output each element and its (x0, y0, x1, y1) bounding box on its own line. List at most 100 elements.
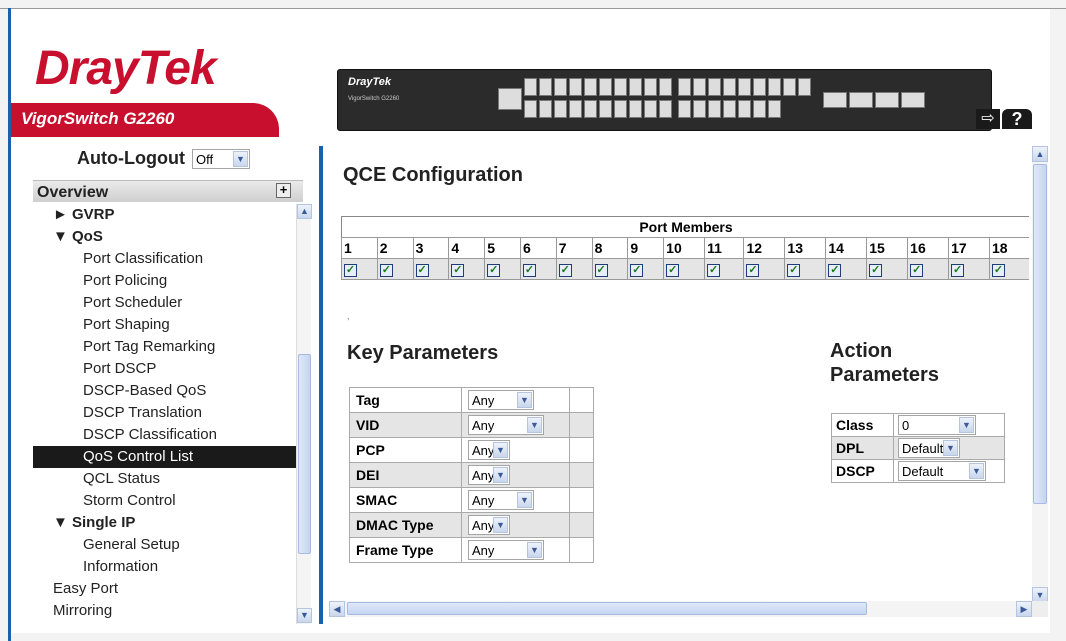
port-cell: ✓ (376, 258, 414, 280)
port-cell: ✓ (825, 258, 868, 280)
port-cell: ✓ (484, 258, 521, 280)
scroll-corner (1032, 601, 1048, 617)
sidebar-item[interactable]: DSCP Translation (33, 402, 297, 424)
action-param-select[interactable]: Default ▼ (898, 438, 960, 458)
port-cell: ✓ (743, 258, 786, 280)
device-port (768, 78, 781, 96)
key-param-select[interactable]: Any ▼ (468, 390, 534, 410)
port-checkbox[interactable]: ✓ (594, 263, 608, 277)
logout-icon[interactable]: ⇨ (976, 109, 1000, 129)
sidebar-item[interactable]: General Setup (33, 534, 297, 556)
scroll-thumb[interactable] (298, 354, 311, 554)
key-param-select[interactable]: Any ▼ (468, 440, 510, 460)
sidebar-item[interactable]: Port Shaping (33, 314, 297, 336)
port-checkbox[interactable]: ✓ (707, 263, 721, 277)
page-title: QCE Configuration (343, 164, 523, 186)
key-param-row: VID Any ▼ (349, 412, 594, 438)
sidebar-item[interactable]: Information (33, 556, 297, 578)
port-cell: ✓ (591, 258, 629, 280)
key-param-select[interactable]: Any ▼ (468, 415, 544, 435)
key-param-select[interactable]: Any ▼ (468, 490, 534, 510)
device-port (693, 78, 706, 96)
sidebar-item[interactable]: ► GVRP (33, 204, 297, 226)
port-cell: ✓ (341, 258, 378, 280)
device-port (629, 78, 642, 96)
sidebar-item[interactable]: Port Policing (33, 270, 297, 292)
key-param-value-cell: Any ▼ (461, 537, 570, 563)
key-param-extra-cell (569, 462, 594, 488)
content-vertical-scrollbar[interactable]: ▲ ▼ (1032, 146, 1048, 603)
port-checkbox[interactable]: ✓ (451, 263, 465, 277)
port-checkbox[interactable]: ✓ (787, 263, 801, 277)
port-checkbox[interactable]: ✓ (558, 263, 572, 277)
sidebar-item[interactable]: Storm Control (33, 490, 297, 512)
port-number: 11 (704, 237, 745, 259)
scroll-up-icon[interactable]: ▲ (1032, 146, 1048, 162)
key-param-select[interactable]: Any ▼ (468, 465, 510, 485)
action-param-select[interactable]: Default ▼ (898, 461, 986, 481)
port-checkbox[interactable]: ✓ (869, 263, 883, 277)
device-port (659, 78, 672, 96)
port-checkbox[interactable]: ✓ (630, 263, 644, 277)
help-button[interactable]: ? (1002, 109, 1032, 129)
key-param-select[interactable]: Any ▼ (468, 515, 510, 535)
content-horizontal-scrollbar[interactable]: ◀ ▶ (329, 601, 1032, 617)
sidebar-item[interactable]: ▼ QoS (33, 226, 297, 248)
action-param-row: Class 0 ▼ (831, 413, 1005, 437)
key-param-select[interactable]: Any ▼ (468, 540, 544, 560)
port-checkbox[interactable]: ✓ (951, 263, 965, 277)
port-cell: ✓ (704, 258, 745, 280)
action-param-value-cell: Default ▼ (893, 459, 1005, 483)
port-checkbox[interactable]: ✓ (666, 263, 680, 277)
scroll-down-icon[interactable]: ▼ (297, 608, 312, 623)
sidebar-item[interactable]: ▼ Single IP (33, 512, 297, 534)
action-param-label: DPL (831, 436, 894, 460)
port-checkbox[interactable]: ✓ (379, 263, 393, 277)
port-number: 10 (663, 237, 706, 259)
action-param-select[interactable]: 0 ▼ (898, 415, 976, 435)
sidebar-item[interactable]: Port Scheduler (33, 292, 297, 314)
scroll-left-icon[interactable]: ◀ (329, 601, 345, 617)
device-port (659, 100, 672, 118)
sidebar-item[interactable]: Port Classification (33, 248, 297, 270)
device-model: VigorSwitch G2260 (348, 96, 400, 102)
chevron-down-icon: ▼ (943, 440, 958, 456)
horizontal-scroll-thumb[interactable] (347, 602, 867, 615)
sidebar-item[interactable]: Mirroring (33, 600, 297, 622)
port-checkbox[interactable]: ✓ (344, 263, 357, 277)
port-checkbox[interactable]: ✓ (992, 263, 1006, 277)
port-checkbox[interactable]: ✓ (746, 263, 760, 277)
sidebar-scrollbar[interactable]: ▲ ▼ (296, 204, 312, 624)
device-port (644, 78, 657, 96)
sidebar-item[interactable]: DSCP Classification (33, 424, 297, 446)
port-cell: ✓ (784, 258, 827, 280)
autologout-select[interactable]: Off ▼ (191, 149, 250, 170)
port-checkbox[interactable]: ✓ (828, 263, 842, 277)
key-param-value-cell: Any ▼ (461, 512, 570, 538)
port-checkbox[interactable]: ✓ (487, 263, 501, 277)
device-port (708, 100, 721, 118)
sfp-port (849, 92, 873, 108)
port-checkbox[interactable]: ✓ (522, 263, 536, 277)
port-number: 4 (448, 237, 486, 259)
key-param-value-cell: Any ▼ (461, 462, 570, 488)
nav-tree: ► GVRP ▼ QoS Port Classification Port Polic… (33, 204, 297, 626)
sidebar-item[interactable]: Port Tag Remarking (33, 336, 297, 358)
port-members-header: Port Members (639, 219, 733, 235)
expand-icon[interactable]: + (276, 183, 291, 198)
sidebar-item[interactable]: DSCP-Based QoS (33, 380, 297, 402)
sidebar-item[interactable]: Easy Port (33, 578, 297, 600)
key-param-extra-cell (569, 387, 594, 413)
overview-bar[interactable]: Overview + (33, 180, 303, 202)
chevron-down-icon: ▼ (517, 392, 532, 408)
scroll-right-icon[interactable]: ▶ (1016, 601, 1032, 617)
port-number: 14 (825, 237, 868, 259)
sidebar-item[interactable]: QCL Status (33, 468, 297, 490)
port-checkbox[interactable]: ✓ (415, 263, 429, 277)
vertical-scroll-thumb[interactable] (1033, 164, 1047, 504)
scroll-up-icon[interactable]: ▲ (297, 204, 312, 219)
chevron-down-icon: ▼ (527, 417, 542, 433)
sidebar-item[interactable]: QoS Control List (33, 446, 297, 468)
sidebar-item[interactable]: Port DSCP (33, 358, 297, 380)
port-checkbox[interactable]: ✓ (910, 263, 924, 277)
